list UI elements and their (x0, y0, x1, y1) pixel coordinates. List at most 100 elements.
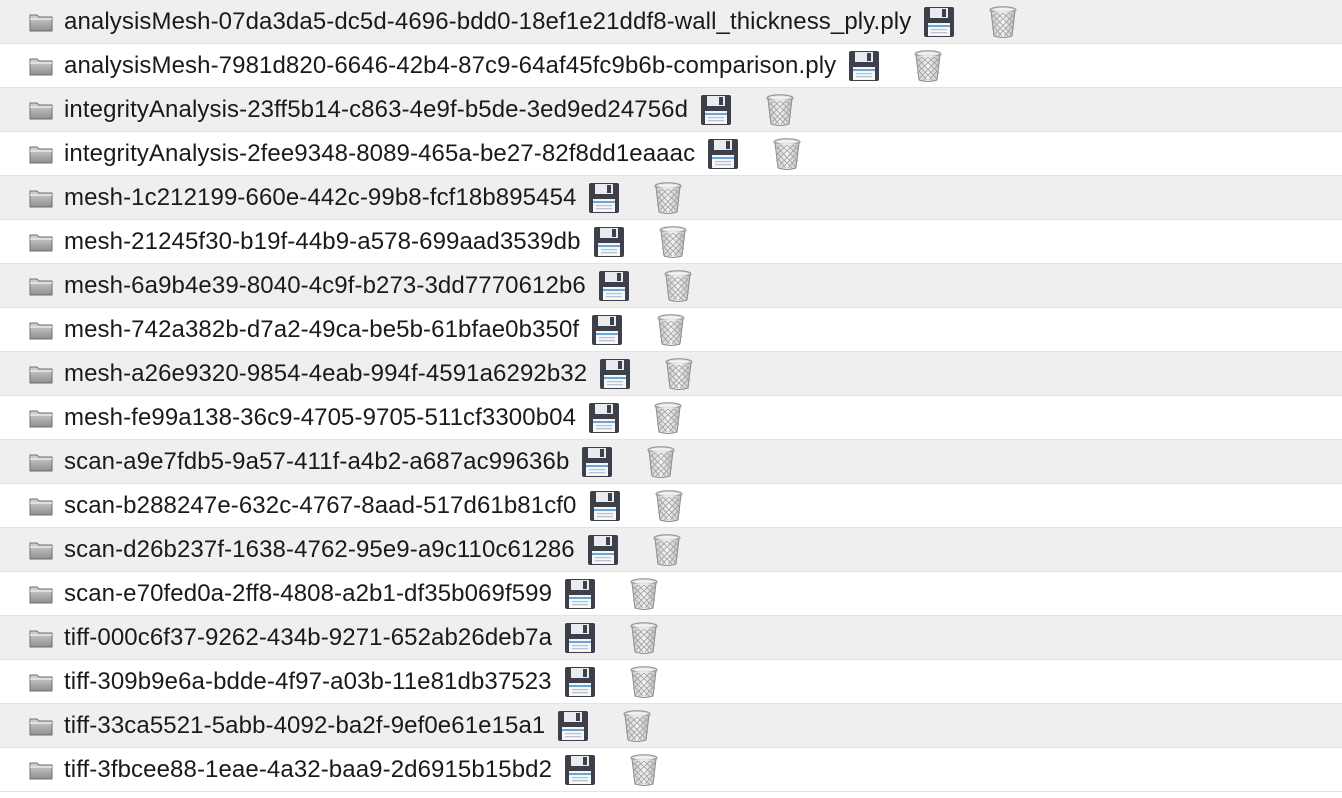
file-row: integrityAnalysis-2fee9348-8089-465a-be2… (0, 132, 1342, 176)
folder-icon (28, 11, 54, 33)
floppy-disk-icon (708, 138, 739, 169)
folder-icon (28, 759, 54, 781)
file-name[interactable]: scan-d26b237f-1638-4762-95e9-a9c110c6128… (64, 536, 575, 564)
file-row: tiff-309b9e6a-bdde-4f97-a03b-11e81db3752… (0, 660, 1342, 704)
trash-can-icon (766, 93, 794, 126)
delete-button[interactable] (628, 665, 660, 699)
save-button[interactable] (588, 182, 620, 214)
file-row: tiff-000c6f37-9262-434b-9271-652ab26deb7… (0, 616, 1342, 660)
file-row: tiff-3fbcee88-1eae-4a32-baa9-2d6915b15bd… (0, 748, 1342, 792)
save-button[interactable] (848, 50, 880, 82)
save-button[interactable] (589, 490, 621, 522)
file-name[interactable]: tiff-309b9e6a-bdde-4f97-a03b-11e81db3752… (64, 668, 552, 696)
trash-can-icon (914, 49, 942, 82)
floppy-disk-icon (565, 754, 596, 785)
save-button[interactable] (598, 270, 630, 302)
save-button[interactable] (707, 138, 739, 170)
delete-button[interactable] (663, 357, 695, 391)
save-button[interactable] (564, 578, 596, 610)
delete-button[interactable] (912, 49, 944, 83)
delete-button[interactable] (764, 93, 796, 127)
folder-icon (28, 231, 54, 253)
folder-icon (28, 275, 54, 297)
delete-button[interactable] (652, 401, 684, 435)
folder-icon (28, 583, 54, 605)
trash-can-icon (654, 181, 682, 214)
file-row: scan-d26b237f-1638-4762-95e9-a9c110c6128… (0, 528, 1342, 572)
file-name[interactable]: analysisMesh-7981d820-6646-42b4-87c9-64a… (64, 52, 836, 80)
save-button[interactable] (588, 402, 620, 434)
save-button[interactable] (564, 666, 596, 698)
file-name[interactable]: integrityAnalysis-2fee9348-8089-465a-be2… (64, 140, 695, 168)
folder-icon (28, 495, 54, 517)
floppy-disk-icon (701, 94, 732, 125)
folder-icon (28, 99, 54, 121)
folder-icon (28, 715, 54, 737)
file-row: integrityAnalysis-23ff5b14-c863-4e9f-b5d… (0, 88, 1342, 132)
delete-button[interactable] (628, 577, 660, 611)
trash-can-icon (654, 401, 682, 434)
file-name[interactable]: mesh-a26e9320-9854-4eab-994f-4591a6292b3… (64, 360, 587, 388)
trash-can-icon (655, 489, 683, 522)
floppy-disk-icon (600, 358, 631, 389)
save-button[interactable] (557, 710, 589, 742)
file-row: mesh-fe99a138-36c9-4705-9705-511cf3300b0… (0, 396, 1342, 440)
trash-can-icon (630, 621, 658, 654)
delete-button[interactable] (771, 137, 803, 171)
floppy-disk-icon (564, 666, 595, 697)
delete-button[interactable] (628, 621, 660, 655)
delete-button[interactable] (655, 313, 687, 347)
floppy-disk-icon (587, 534, 618, 565)
save-button[interactable] (593, 226, 625, 258)
floppy-disk-icon (589, 490, 620, 521)
delete-button[interactable] (621, 709, 653, 743)
file-name[interactable]: mesh-6a9b4e39-8040-4c9f-b273-3dd7770612b… (64, 272, 586, 300)
file-row: mesh-6a9b4e39-8040-4c9f-b273-3dd7770612b… (0, 264, 1342, 308)
floppy-disk-icon (582, 446, 613, 477)
file-row: mesh-21245f30-b19f-44b9-a578-699aad3539d… (0, 220, 1342, 264)
trash-can-icon (653, 533, 681, 566)
delete-button[interactable] (628, 753, 660, 787)
file-row: analysisMesh-7981d820-6646-42b4-87c9-64a… (0, 44, 1342, 88)
folder-icon (28, 627, 54, 649)
save-button[interactable] (923, 6, 955, 38)
trash-can-icon (630, 753, 658, 786)
delete-button[interactable] (652, 181, 684, 215)
delete-button[interactable] (653, 489, 685, 523)
file-row: scan-a9e7fdb5-9a57-411f-a4b2-a687ac99636… (0, 440, 1342, 484)
file-name[interactable]: mesh-1c212199-660e-442c-99b8-fcf18b89545… (64, 184, 576, 212)
save-button[interactable] (564, 754, 596, 786)
trash-can-icon (665, 357, 693, 390)
file-name[interactable]: tiff-33ca5521-5abb-4092-ba2f-9ef0e61e15a… (64, 712, 545, 740)
file-name[interactable]: scan-b288247e-632c-4767-8aad-517d61b81cf… (64, 492, 577, 520)
delete-button[interactable] (987, 5, 1019, 39)
file-name[interactable]: mesh-742a382b-d7a2-49ca-be5b-61bfae0b350… (64, 316, 579, 344)
file-name[interactable]: integrityAnalysis-23ff5b14-c863-4e9f-b5d… (64, 96, 688, 124)
trash-can-icon (664, 269, 692, 302)
file-name[interactable]: tiff-3fbcee88-1eae-4a32-baa9-2d6915b15bd… (64, 756, 552, 784)
delete-button[interactable] (651, 533, 683, 567)
save-button[interactable] (581, 446, 613, 478)
floppy-disk-icon (924, 6, 955, 37)
file-row: mesh-a26e9320-9854-4eab-994f-4591a6292b3… (0, 352, 1342, 396)
save-button[interactable] (700, 94, 732, 126)
file-name[interactable]: tiff-000c6f37-9262-434b-9271-652ab26deb7… (64, 624, 552, 652)
file-name[interactable]: mesh-21245f30-b19f-44b9-a578-699aad3539d… (64, 228, 581, 256)
folder-icon (28, 363, 54, 385)
save-button[interactable] (599, 358, 631, 390)
trash-can-icon (773, 137, 801, 170)
folder-icon (28, 539, 54, 561)
save-button[interactable] (564, 622, 596, 654)
file-row: scan-b288247e-632c-4767-8aad-517d61b81cf… (0, 484, 1342, 528)
delete-button[interactable] (662, 269, 694, 303)
file-name[interactable]: analysisMesh-07da3da5-dc5d-4696-bdd0-18e… (64, 8, 911, 36)
save-button[interactable] (587, 534, 619, 566)
file-name[interactable]: scan-a9e7fdb5-9a57-411f-a4b2-a687ac99636… (64, 448, 569, 476)
folder-icon (28, 407, 54, 429)
delete-button[interactable] (657, 225, 689, 259)
delete-button[interactable] (645, 445, 677, 479)
floppy-disk-icon (565, 622, 596, 653)
file-name[interactable]: scan-e70fed0a-2ff8-4808-a2b1-df35b069f59… (64, 580, 552, 608)
save-button[interactable] (591, 314, 623, 346)
file-name[interactable]: mesh-fe99a138-36c9-4705-9705-511cf3300b0… (64, 404, 576, 432)
